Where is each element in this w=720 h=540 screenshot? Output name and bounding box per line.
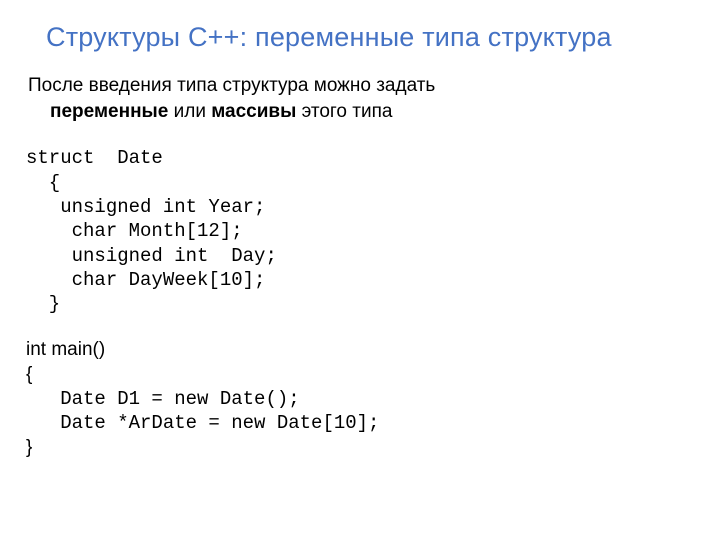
intro-text-2: или	[168, 101, 211, 122]
code2-line2: {	[26, 364, 32, 385]
intro-paragraph: После введения типа структура можно зада…	[26, 73, 694, 124]
intro-bold-1: переменные	[50, 101, 168, 122]
code-block-struct: struct Date { unsigned int Year; char Mo…	[26, 146, 694, 316]
intro-text-3: этого типа	[296, 101, 392, 122]
code2-line3: Date D1 = new Date();	[26, 388, 300, 410]
code2-line5: }	[26, 437, 32, 458]
intro-text-1: После введения типа структура можно зада…	[28, 75, 435, 96]
code2-line4: Date *ArDate = new Date[10];	[26, 412, 379, 434]
intro-bold-2: массивы	[211, 101, 296, 122]
slide-title: Структуры С++: переменные типа структура	[46, 22, 694, 53]
code-block-main: int main() { Date D1 = new Date(); Date …	[26, 338, 694, 460]
code2-line1: int main()	[26, 339, 105, 360]
